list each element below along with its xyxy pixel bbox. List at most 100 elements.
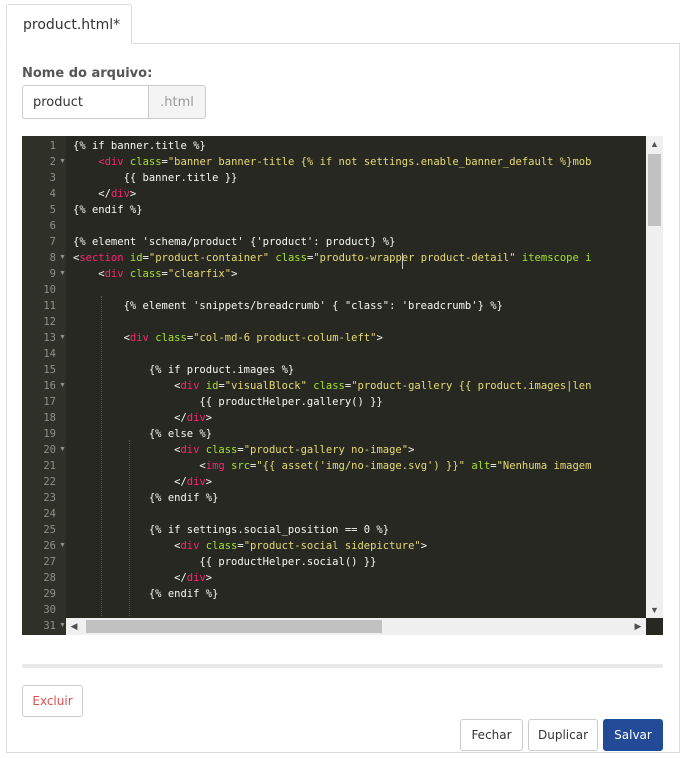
line-number: 12 [43, 316, 56, 328]
code-line: 16 ▼ <div id="visualBlock" class="product… [22, 378, 646, 394]
code-token: alt [471, 460, 491, 472]
line-number: 13 [43, 332, 56, 344]
filename-input-group: .html [22, 85, 206, 119]
code-token: src [231, 460, 251, 472]
code-editor[interactable]: 1 {% if banner.title %} 2 ▼ <div class="ban… [22, 136, 663, 635]
code-text: </div> [73, 474, 212, 490]
line-number: 7 [49, 236, 56, 248]
line-number: 14 [43, 348, 56, 360]
code-token: {% else %} [73, 428, 213, 440]
filename-input[interactable] [22, 85, 148, 119]
code-text: <div class="clearfix"> [73, 266, 237, 282]
code-line: 3 {{ banner.title }} [22, 170, 646, 186]
horizontal-scroll-thumb[interactable] [86, 620, 382, 633]
fold-arrow-icon[interactable]: ▼ [59, 154, 66, 170]
code-text: {% element 'schema/product' {'product': … [73, 234, 395, 250]
save-button[interactable]: Salvar [603, 719, 663, 751]
code-token: {% endif %} [73, 492, 219, 504]
line-number: 2 [49, 156, 56, 168]
code-token: div [104, 268, 124, 280]
code-token: > [129, 188, 137, 200]
code-line: 18 </div> [22, 410, 646, 426]
code-token: div [180, 540, 200, 552]
code-line: 7 {% element 'schema/product' {'product':… [22, 234, 646, 250]
code-line: 11 {% element 'snippets/breadcrumb' { "c… [22, 298, 646, 314]
scroll-down-icon[interactable]: ▼ [646, 602, 663, 618]
code-text: </div> [73, 570, 212, 586]
fold-arrow-icon[interactable]: ▼ [59, 266, 66, 282]
delete-button[interactable]: Excluir [22, 685, 83, 717]
code-token: {% element 'snippets/breadcrumb' { "clas… [73, 300, 503, 312]
scroll-right-icon[interactable]: ▶ [630, 618, 646, 635]
code-token: > [376, 332, 383, 344]
code-line: 12 [22, 314, 646, 330]
horizontal-scrollbar[interactable]: ◀ ▶ [66, 618, 646, 635]
scroll-left-icon[interactable]: ◀ [66, 618, 82, 635]
code-text: {{ productHelper.gallery() }} [73, 394, 383, 410]
line-number: 18 [43, 412, 56, 424]
code-text: {% if banner.title %} [73, 138, 206, 154]
code-token: {{ productHelper.social() }} [73, 556, 377, 568]
scroll-up-icon[interactable]: ▲ [646, 136, 663, 152]
line-number: 3 [49, 172, 56, 184]
text-cursor [402, 253, 403, 269]
vertical-scroll-thumb[interactable] [648, 154, 661, 226]
code-token: id [129, 252, 143, 264]
code-text: </div> [73, 186, 136, 202]
code-token: "clearfix" [167, 268, 232, 280]
fold-arrow-icon[interactable]: ▼ [59, 330, 66, 346]
close-button[interactable]: Fechar [460, 719, 523, 751]
code-text: </div> [73, 410, 212, 426]
fold-arrow-icon[interactable]: ▼ [59, 618, 66, 634]
fold-arrow-icon[interactable]: ▼ [59, 378, 66, 394]
fold-arrow-icon[interactable]: ▼ [59, 250, 66, 266]
code-text: <div class="product-gallery no-image"> [73, 442, 414, 458]
indent-guide [101, 296, 102, 616]
line-number: 15 [43, 364, 56, 376]
line-number: 30 [43, 604, 56, 616]
code-line: 1 {% if banner.title %} [22, 138, 646, 154]
code-token: class [313, 380, 345, 392]
code-token: class [205, 540, 238, 552]
code-text: {{ banner.title }} [73, 170, 238, 186]
code-token: i [585, 252, 592, 264]
code-line: 19 {% else %} [22, 426, 646, 442]
code-token: class [155, 332, 187, 344]
code-line: 8 ▼ <section id="product-container" class=… [22, 250, 646, 266]
scrollbar-corner [646, 618, 663, 635]
code-line: 4 </div> [22, 186, 646, 202]
code-token: div [129, 332, 149, 344]
code-token: > [205, 572, 213, 584]
code-token: class [129, 268, 162, 280]
code-text: <div class="product-social sidepicture"> [73, 538, 427, 554]
code-line: 27 {{ productHelper.social() }} [22, 554, 646, 570]
code-text: <div class="col-md-6 product-colum-left"… [73, 330, 383, 346]
code-token: < [73, 380, 181, 392]
code-text: <img src="{{ asset('img/no-image.svg') }… [73, 458, 591, 474]
code-token: {{ productHelper.gallery() }} [73, 396, 383, 408]
code-token: </ [73, 188, 111, 200]
code-token: "col-md-6 product-colum-left" [193, 332, 377, 344]
code-line: 20 ▼ <div class="product-gallery no-image… [22, 442, 646, 458]
duplicate-button[interactable]: Duplicar [528, 719, 598, 751]
fold-arrow-icon[interactable]: ▼ [59, 538, 66, 554]
code-token: div [186, 476, 206, 488]
code-line: 15 {% if product.images %} [22, 362, 646, 378]
code-token: itemscope [521, 252, 579, 264]
line-number: 29 [43, 588, 56, 600]
code-text: <section id="product-container" class="p… [73, 250, 591, 266]
code-token: class [129, 156, 162, 168]
code-line: 22 </div> [22, 474, 646, 490]
line-number: 8 [49, 252, 56, 264]
code-line: 5 {% endif %} [22, 202, 646, 218]
line-number: 11 [43, 300, 56, 312]
fold-arrow-icon[interactable]: ▼ [59, 442, 66, 458]
code-token: div [110, 188, 130, 200]
vertical-scrollbar[interactable]: ▲ ▼ [646, 136, 663, 618]
code-token: "product-gallery {{ product.images|len [351, 380, 592, 392]
code-line: 24 [22, 506, 646, 522]
tab-product-html[interactable]: product.html* [6, 4, 132, 44]
line-number: 6 [49, 220, 56, 232]
code-text: <div id="visualBlock" class="product-gal… [73, 378, 591, 394]
